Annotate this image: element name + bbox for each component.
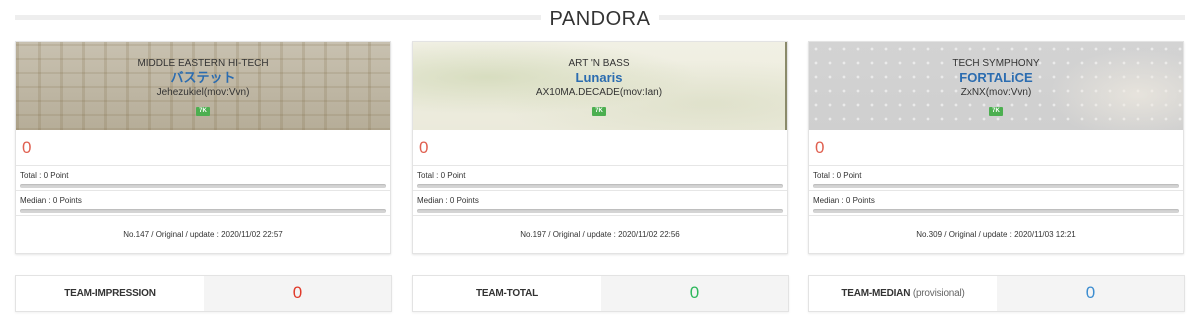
median-progress-bar — [20, 209, 386, 213]
section-header: PANDORA — [15, 6, 1185, 32]
song-meta: No.309 / Original / update : 2020/11/03 … — [916, 230, 1076, 239]
median-label: Median : 0 Points — [417, 196, 479, 205]
total-progress-bar — [417, 184, 783, 188]
median-progress-bar — [417, 209, 783, 213]
song-title[interactable]: FORTALiCE — [809, 70, 1183, 86]
median-progress-bar — [813, 209, 1179, 213]
song-meta: No.147 / Original / update : 2020/11/02 … — [123, 230, 283, 239]
team-impression-label: TEAM-IMPRESSION — [64, 288, 156, 299]
median-label: Median : 0 Points — [20, 196, 82, 205]
song-artist: Jehezukiel(mov:Vvn) — [156, 87, 250, 98]
song-card: TECH SYMPHONY FORTALiCE ZxNX(mov:Vvn) 7K… — [808, 41, 1184, 254]
median-stat: Median : 0 Points — [809, 191, 1183, 216]
total-label: Total : 0 Point — [417, 171, 466, 180]
song-banner[interactable]: MIDDLE EASTERN HI-TECH バステット Jehezukiel(… — [16, 42, 390, 130]
song-meta: No.197 / Original / update : 2020/11/02 … — [520, 230, 680, 239]
song-genre: TECH SYMPHONY — [952, 58, 1040, 69]
team-median-label-wrap: TEAM-MEDIAN (provisional) — [809, 276, 997, 311]
team-median-value: 0 — [997, 276, 1184, 311]
team-total-value: 0 — [601, 276, 788, 311]
song-title[interactable]: バステット — [16, 70, 390, 86]
song-card: MIDDLE EASTERN HI-TECH バステット Jehezukiel(… — [15, 41, 391, 254]
header-rule-left — [15, 15, 541, 20]
page-title: PANDORA — [549, 8, 651, 30]
team-impression-box: TEAM-IMPRESSION 0 — [15, 275, 392, 312]
team-median-sublabel: (provisional) — [912, 288, 965, 299]
song-card: ART 'N BASS Lunaris AX10MA.DECADE(mov:Ia… — [412, 41, 788, 254]
song-genre: MIDDLE EASTERN HI-TECH — [137, 58, 269, 69]
pandora-team-page: PANDORA MIDDLE EASTERN HI-TECH バステット Jeh… — [0, 0, 1200, 321]
median-stat: Median : 0 Points — [16, 191, 390, 216]
song-artist: AX10MA.DECADE(mov:Ian) — [535, 87, 663, 98]
song-title[interactable]: Lunaris — [413, 70, 785, 86]
difficulty-badge: 7K — [196, 107, 210, 116]
song-score: 0 — [16, 130, 390, 166]
total-label: Total : 0 Point — [20, 171, 69, 180]
song-banner[interactable]: TECH SYMPHONY FORTALiCE ZxNX(mov:Vvn) 7K — [809, 42, 1183, 130]
team-median-box: TEAM-MEDIAN (provisional) 0 — [808, 275, 1185, 312]
median-stat: Median : 0 Points — [413, 191, 787, 216]
team-total-box: TEAM-TOTAL 0 — [412, 275, 789, 312]
song-score: 0 — [809, 130, 1183, 166]
difficulty-badge: 7K — [592, 107, 606, 116]
difficulty-badge: 7K — [989, 107, 1003, 116]
team-median-label: TEAM-MEDIAN — [841, 288, 911, 299]
total-progress-bar — [813, 184, 1179, 188]
total-stat: Total : 0 Point — [809, 166, 1183, 191]
team-total-label: TEAM-TOTAL — [475, 288, 539, 299]
song-artist: ZxNX(mov:Vvn) — [960, 87, 1032, 98]
total-label: Total : 0 Point — [813, 171, 862, 180]
header-rule-right — [659, 15, 1185, 20]
total-progress-bar — [20, 184, 386, 188]
song-score: 0 — [413, 130, 787, 166]
total-stat: Total : 0 Point — [16, 166, 390, 191]
song-genre: ART 'N BASS — [568, 58, 630, 69]
median-label: Median : 0 Points — [813, 196, 875, 205]
total-stat: Total : 0 Point — [413, 166, 787, 191]
song-banner[interactable]: ART 'N BASS Lunaris AX10MA.DECADE(mov:Ia… — [413, 42, 787, 130]
team-impression-value: 0 — [204, 276, 391, 311]
